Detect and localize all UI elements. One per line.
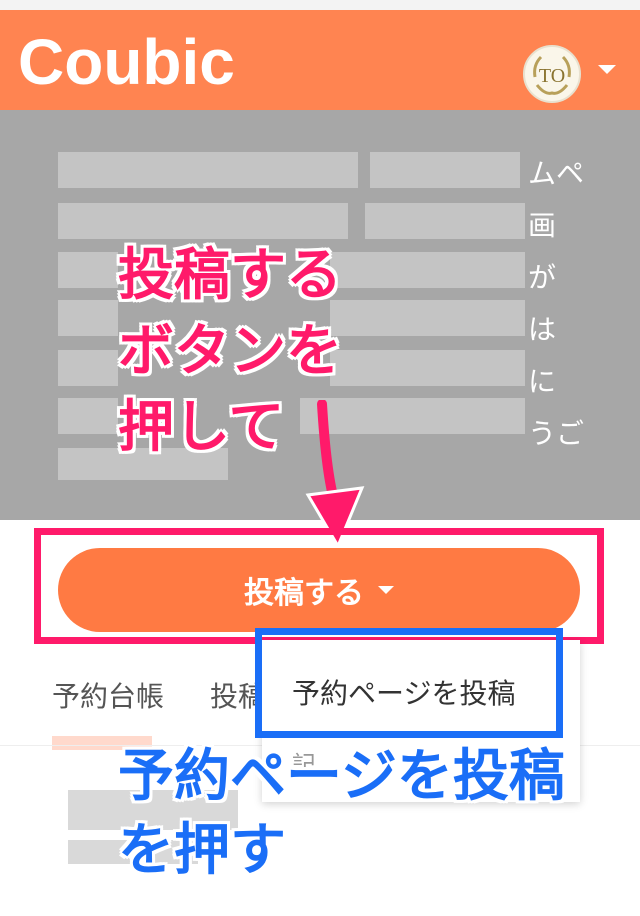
user-avatar[interactable]: TO bbox=[523, 45, 581, 103]
app-header: Coubic TO bbox=[0, 10, 640, 110]
coubic-logo[interactable]: Coubic bbox=[18, 30, 235, 94]
blurred-text bbox=[58, 252, 118, 288]
highlight-box-post-button bbox=[34, 528, 604, 644]
blurred-text bbox=[330, 252, 525, 288]
blurred-text bbox=[58, 350, 118, 386]
blurred-text bbox=[58, 398, 118, 434]
instruction-callout-bottom: 予約ページを投稿 を押す bbox=[118, 744, 565, 883]
blurred-text bbox=[58, 152, 358, 188]
blurred-text bbox=[58, 300, 118, 336]
blurred-text bbox=[370, 152, 520, 188]
avatar-initials: TO bbox=[539, 65, 565, 87]
chevron-down-icon[interactable] bbox=[598, 65, 616, 74]
blurred-text bbox=[365, 203, 525, 239]
blurred-text bbox=[58, 203, 348, 239]
tab-reservation-ledger[interactable]: 予約台帳 bbox=[52, 675, 164, 715]
blurred-text bbox=[330, 300, 525, 336]
hero-visible-text: ムペ 画 が は に うご bbox=[528, 157, 585, 450]
blurred-text bbox=[330, 350, 525, 386]
status-bar bbox=[0, 0, 640, 10]
highlight-box-dropdown-item bbox=[255, 628, 563, 738]
laurel-icon: TO bbox=[527, 49, 577, 99]
